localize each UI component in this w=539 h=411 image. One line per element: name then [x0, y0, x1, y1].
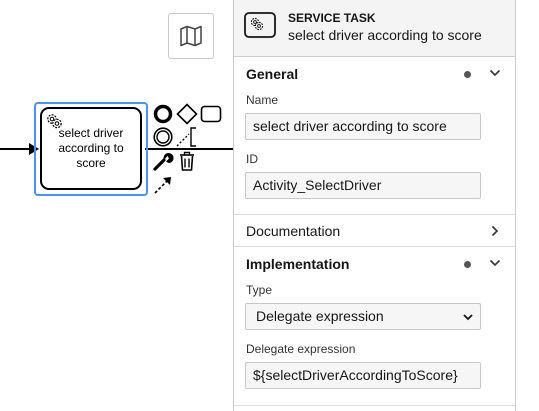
name-field[interactable]: select driver according to score: [245, 113, 481, 140]
type-select[interactable]: Delegate expression: [245, 303, 481, 330]
connect-pad[interactable]: [152, 174, 174, 196]
task-icon: [200, 105, 222, 123]
map-icon: [180, 25, 202, 47]
bpmn-canvas[interactable]: select driver according to score: [0, 0, 233, 411]
task-label: select driver according to score: [58, 126, 124, 170]
id-label: ID: [246, 152, 258, 166]
implementation-group-header[interactable]: Implementation: [234, 247, 515, 280]
intermediate-event-icon: [153, 127, 173, 147]
group-title: Documentation: [246, 222, 341, 239]
implementation-group: Implementation Type Delegate expression …: [234, 247, 515, 406]
element-type: SERVICE TASK: [288, 11, 376, 25]
end-event-icon: [153, 104, 173, 124]
group-title: Implementation: [246, 255, 350, 272]
type-select-value: Delegate expression: [256, 308, 384, 324]
gateway-icon: [176, 103, 198, 125]
general-group-header[interactable]: General: [234, 57, 515, 90]
delegate-expression-label: Delegate expression: [246, 342, 356, 356]
service-gear-icon: [47, 114, 62, 129]
group-title: General: [246, 65, 299, 82]
text-annotation-icon: [176, 127, 196, 147]
append-text-annotation-pad[interactable]: [176, 126, 198, 148]
panel-scroll-area[interactable]: [516, 0, 539, 411]
service-task-icon: [244, 12, 276, 38]
documentation-group: Documentation: [234, 215, 515, 247]
append-task-pad[interactable]: [200, 103, 222, 125]
wrench-icon: [153, 153, 174, 171]
chevron-down-icon: [489, 69, 501, 77]
append-intermediate-event-pad[interactable]: [152, 126, 174, 148]
panel-header: SERVICE TASK select driver according to …: [234, 0, 515, 57]
connect-arrow-icon: [154, 177, 171, 194]
delete-pad[interactable]: [176, 150, 198, 172]
append-end-event-pad[interactable]: [152, 103, 174, 125]
delegate-expression-field[interactable]: ${selectDriverAccordingToScore}: [245, 362, 481, 389]
id-field[interactable]: Activity_SelectDriver: [245, 172, 481, 199]
properties-panel: SERVICE TASK select driver according to …: [233, 0, 516, 411]
chevron-right-icon: [491, 225, 499, 237]
name-label: Name: [246, 93, 279, 107]
chevron-down-icon: [463, 314, 473, 321]
data-marker-dot: [464, 71, 471, 78]
change-type-pad[interactable]: [152, 150, 174, 172]
documentation-group-header[interactable]: Documentation: [234, 215, 515, 246]
type-label: Type: [246, 283, 273, 297]
data-marker-dot: [464, 261, 471, 268]
append-gateway-pad[interactable]: [176, 103, 198, 125]
element-name: select driver according to score: [288, 27, 482, 43]
trash-icon: [180, 151, 194, 171]
chevron-down-icon: [489, 259, 501, 267]
service-task-shape[interactable]: select driver according to score: [40, 107, 142, 190]
minimap-toggle-button[interactable]: [168, 13, 214, 59]
general-group: General Name select driver according to …: [234, 57, 515, 215]
